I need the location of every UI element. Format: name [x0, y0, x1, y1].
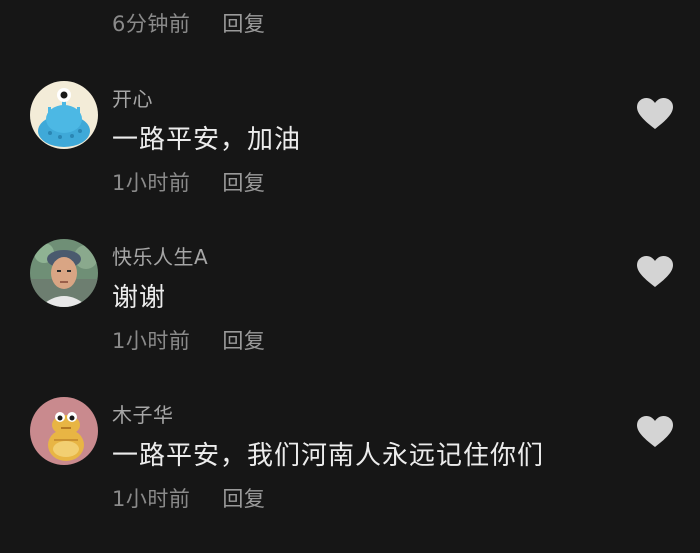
comment-feed: 6分钟前 回复 开心 一路平安，加油 1小时前 回复 快乐人生A 谢谢 1小时前… — [0, 0, 700, 553]
person-photo-icon[interactable] — [30, 239, 98, 307]
reply-button[interactable]: 回复 — [222, 325, 265, 355]
comment-text: 一路平安，加油 — [112, 125, 302, 155]
heart-icon[interactable] — [636, 97, 674, 131]
comment-text: 谢谢 — [112, 283, 167, 313]
comment-time: 1小时前 — [112, 487, 191, 511]
comment-time: 6分钟前 — [112, 12, 191, 36]
comment-text: 一路平安，我们河南人永远记住你们 — [112, 441, 545, 471]
reply-button[interactable]: 回复 — [222, 8, 265, 38]
comment-meta: 1小时前 回复 — [112, 325, 265, 355]
comment-item: 开心 一路平安，加油 1小时前 回复 — [0, 75, 700, 225]
comment-time: 1小时前 — [112, 329, 191, 353]
comment-meta: 1小时前 回复 — [112, 167, 265, 197]
comment-username[interactable]: 快乐人生A — [112, 241, 208, 270]
comment-username[interactable]: 木子华 — [112, 399, 174, 428]
comment-meta: 1小时前 回复 — [112, 483, 265, 513]
comment-item: 木子华 一路平安，我们河南人永远记住你们 1小时前 回复 — [0, 391, 700, 541]
reply-button[interactable]: 回复 — [222, 483, 265, 513]
cartoon-yellow-creature-icon[interactable] — [30, 397, 98, 465]
comment-username[interactable]: 开心 — [112, 83, 153, 112]
cartoon-blue-creature-icon[interactable] — [30, 81, 98, 149]
heart-icon[interactable] — [636, 255, 674, 289]
comment-item: 快乐人生A 谢谢 1小时前 回复 — [0, 233, 700, 383]
heart-icon[interactable] — [636, 415, 674, 449]
reply-button[interactable]: 回复 — [222, 167, 265, 197]
top-comment-meta: 6分钟前 回复 — [112, 6, 265, 40]
comment-time: 1小时前 — [112, 171, 191, 195]
